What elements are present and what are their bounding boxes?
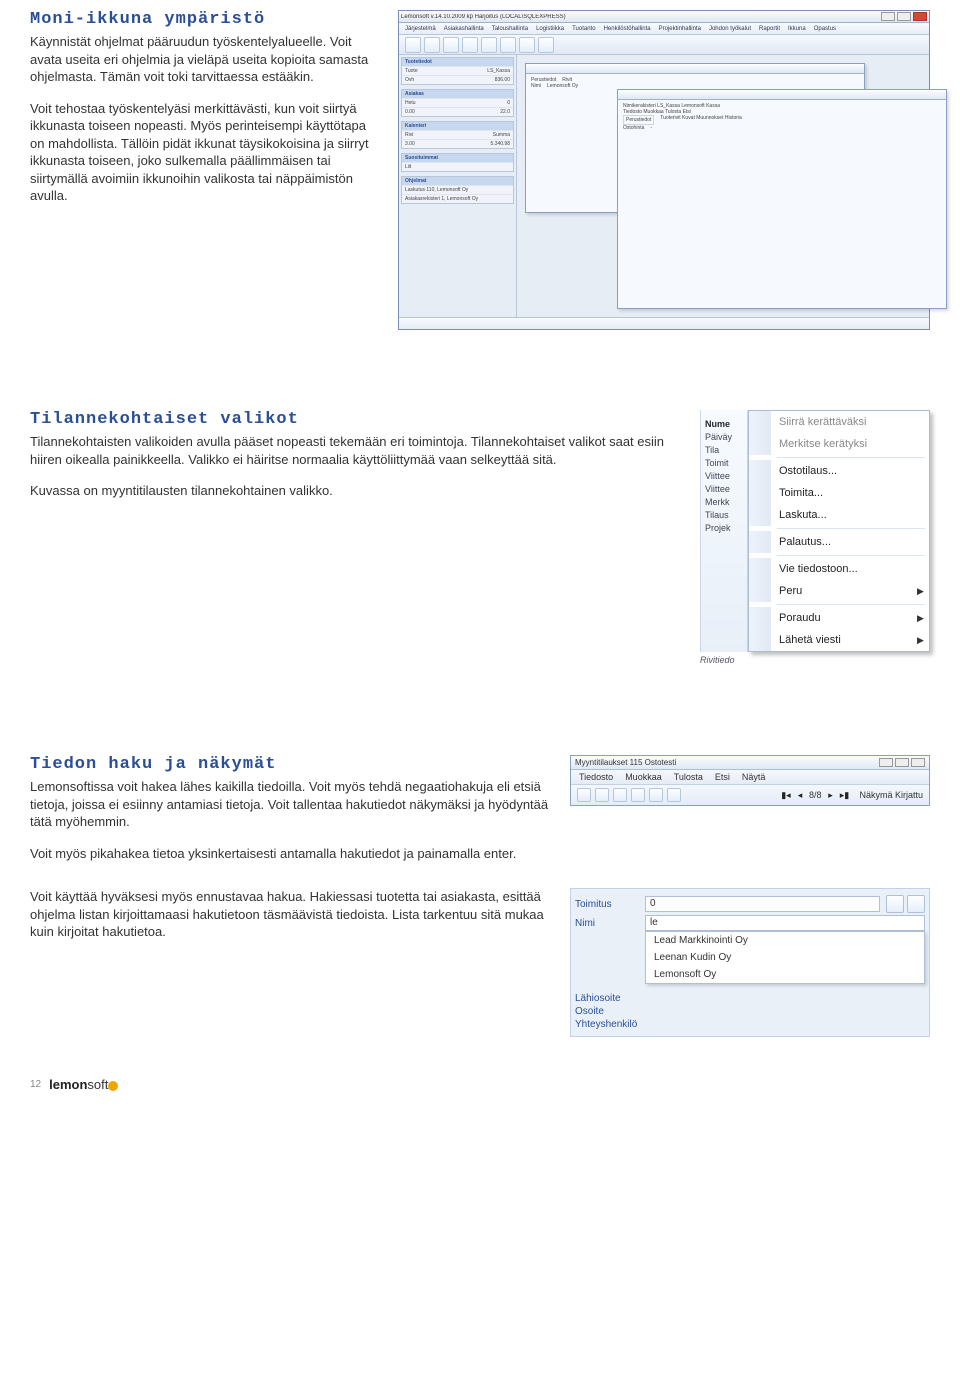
toolbar-button[interactable] (649, 788, 663, 802)
field-label: Lähiosoite (575, 993, 639, 1004)
menu-item[interactable]: Asiakashallinta (444, 26, 484, 32)
toimitus-input[interactable]: 0 (645, 896, 880, 912)
menu-item[interactable]: Projektinhallinta (659, 26, 701, 32)
menu-item[interactable]: Tiedosto (579, 772, 613, 782)
close-icon[interactable] (911, 758, 925, 767)
context-menu-screenshot: Nume Päiväy Tila Toimit Viittee Viittee … (700, 410, 930, 652)
suggestion-item[interactable]: Lead Markkinointi Oy (646, 932, 924, 949)
context-menu: Siirrä kerättäväksiMerkitse kerätyksi Ost… (748, 410, 930, 652)
context-menu-item[interactable]: Siirrä kerättäväksi (771, 411, 929, 433)
toolbar-button[interactable] (500, 37, 516, 53)
grid-label: Tilaus (705, 510, 743, 520)
sec3-p1: Lemonsoftissa voit hakea lähes kaikilla … (30, 778, 552, 831)
min-icon[interactable] (881, 12, 895, 21)
sec2-p2: Kuvassa on myyntitilausten tilannekohtai… (30, 482, 682, 500)
menu-item[interactable]: Järjestelmä (405, 26, 436, 32)
child-window[interactable]: Nimikerakisteri LS_Kassa Lemonsoft Kassa… (617, 89, 947, 309)
context-menu-item[interactable]: Vie tiedostoon... (771, 558, 929, 580)
menu-item[interactable]: Etsi (715, 772, 730, 782)
sec2-p1: Tilannekohtaisten valikoiden avulla pääs… (30, 433, 682, 468)
toolbar-button[interactable] (481, 37, 497, 53)
field-label: Nimi (575, 918, 639, 929)
suggestion-item[interactable]: Leenan Kudin Oy (646, 949, 924, 966)
menu-item[interactable]: Opastus (814, 26, 836, 32)
sec1-p1: Käynnistät ohjelmat pääruudun työskentel… (30, 33, 380, 86)
context-menu-item[interactable]: Poraudu▶ (771, 607, 929, 629)
menu-item[interactable]: Tulosta (674, 772, 703, 782)
app-left-panels: Tuotetiedot TuoteLS_Kassa Ovh836.00 Asia… (399, 55, 517, 317)
sec2-heading: Tilannekohtaiset valikot (30, 410, 682, 429)
toolbar-button[interactable] (667, 788, 681, 802)
grid-footer-label: Rivitiedo (700, 655, 930, 665)
pager-label: 8/8 (809, 790, 822, 800)
grid-label: Päiväy (705, 432, 743, 442)
page-number: 12 (30, 1079, 41, 1090)
suggestion-item[interactable]: Lemonsoft Oy (646, 966, 924, 983)
view-label: Näkymä Kirjattu (859, 790, 923, 800)
first-icon[interactable]: ▮◂ (781, 790, 791, 801)
prev-icon[interactable]: ◂ (795, 790, 805, 801)
max-icon[interactable] (897, 12, 911, 21)
field-label: Osoite (575, 1006, 639, 1017)
max-icon[interactable] (895, 758, 909, 767)
window-title: Myyntitilaukset 115 Ostotesti (575, 758, 676, 767)
last-icon[interactable]: ▸▮ (839, 790, 849, 801)
sec1-heading: Moni-ikkuna ympäristö (30, 10, 380, 29)
toolbar-button[interactable] (538, 37, 554, 53)
toolbar-button[interactable] (462, 37, 478, 53)
context-menu-item[interactable]: Ostotilaus... (771, 460, 929, 482)
grid-label: Toimit (705, 458, 743, 468)
grid-label: Viittee (705, 484, 743, 494)
app-menubar: Järjestelmä Asiakashallinta Taloushallin… (399, 23, 929, 35)
toolbar-button[interactable] (519, 37, 535, 53)
grid-header: Nume (705, 419, 743, 429)
context-menu-item[interactable]: Merkitse kerätyksi (771, 433, 929, 455)
sec1-p2: Voit tehostaa työskentelyäsi merkittäväs… (30, 100, 380, 205)
menu-item[interactable]: Henkilöstöhallinta (604, 26, 651, 32)
context-menu-item[interactable]: Lähetä viesti▶ (771, 629, 929, 651)
sec3-heading: Tiedon haku ja näkymät (30, 755, 552, 774)
close-icon[interactable] (913, 12, 927, 21)
autocomplete-screenshot: Toimitus 0 Nimi le Lead Markkinointi Oy (570, 888, 930, 1037)
search-icon[interactable] (886, 895, 904, 913)
context-menu-item[interactable]: Peru▶ (771, 580, 929, 602)
grid-label: Tila (705, 445, 743, 455)
brand-logo: lemonsoft (49, 1077, 118, 1092)
sec3-p2: Voit myös pikahakea tietoa yksinkertaise… (30, 845, 552, 863)
app-screenshot: Lemonsoft v.14.10.2009 kp Harjoitus (LOC… (398, 10, 930, 330)
menu-item[interactable]: Ikkuna (788, 26, 806, 32)
menu-item[interactable]: Tuotanto (572, 26, 595, 32)
toolbar-button[interactable] (424, 37, 440, 53)
context-menu-item[interactable]: Toimita... (771, 482, 929, 504)
toolbar-button[interactable] (443, 37, 459, 53)
next-icon[interactable]: ▸ (825, 790, 835, 801)
toolbar-button[interactable] (577, 788, 591, 802)
menu-item[interactable]: Muokkaa (625, 772, 662, 782)
min-icon[interactable] (879, 758, 893, 767)
grid-label: Merkk (705, 497, 743, 507)
menu-item[interactable]: Johdon työkalut (709, 26, 751, 32)
toolbar-button[interactable] (613, 788, 627, 802)
person-icon[interactable] (907, 895, 925, 913)
nimi-input[interactable]: le (645, 915, 925, 931)
toolbar-button[interactable] (405, 37, 421, 53)
menu-item[interactable]: Raportit (759, 26, 780, 32)
app-title: Lemonsoft v.14.10.2009 kp Harjoitus (LOC… (401, 14, 566, 20)
field-label: Toimitus (575, 899, 639, 910)
menu-item[interactable]: Logistiikka (536, 26, 564, 32)
toolbar-button[interactable] (595, 788, 609, 802)
context-menu-item[interactable]: Laskuta... (771, 504, 929, 526)
grid-label: Viittee (705, 471, 743, 481)
autocomplete-dropdown: Lead Markkinointi Oy Leenan Kudin Oy Lem… (645, 931, 925, 984)
brand-dot-icon (108, 1081, 118, 1091)
toolbar-button[interactable] (631, 788, 645, 802)
field-label: Yhteyshenkilö (575, 1019, 639, 1030)
search-window-screenshot: Myyntitilaukset 115 Ostotesti Tiedosto M… (570, 755, 930, 806)
menu-item[interactable]: Taloushallinta (492, 26, 528, 32)
context-menu-item[interactable]: Palautus... (771, 531, 929, 553)
sec3-p3: Voit käyttää hyväksesi myös ennustavaa h… (30, 888, 552, 941)
grid-label: Projek (705, 523, 743, 533)
menu-item[interactable]: Näytä (742, 772, 766, 782)
app-toolbar (399, 35, 929, 55)
